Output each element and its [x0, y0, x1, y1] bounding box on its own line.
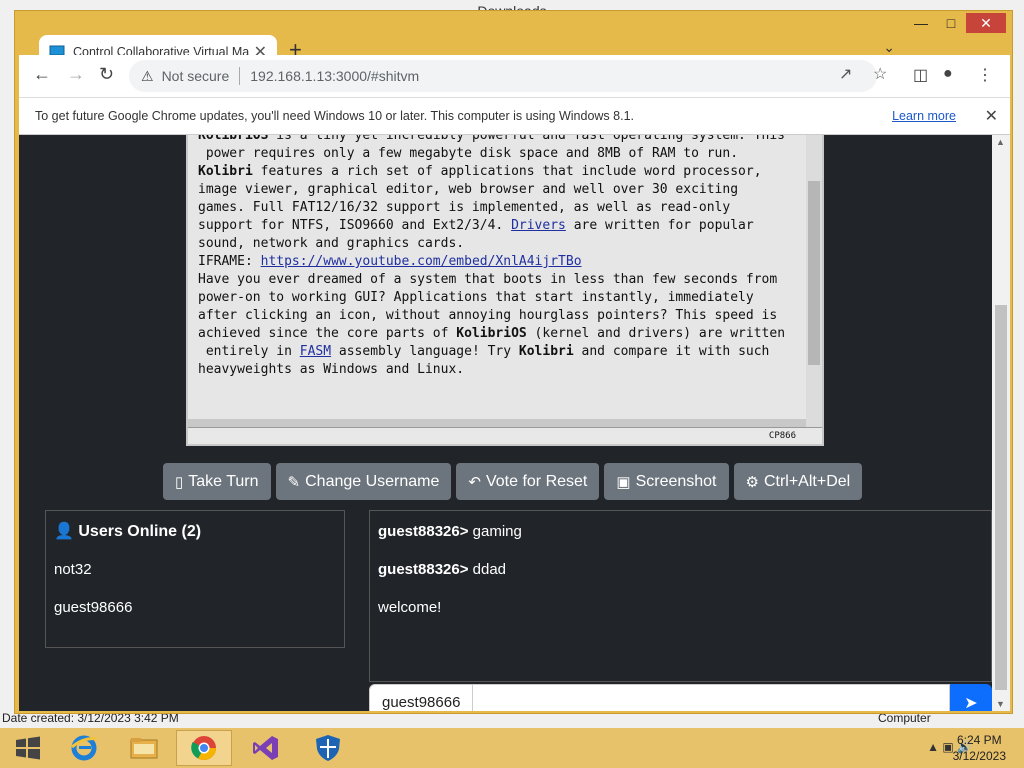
vm-text-line: after clicking an icon, without annoying…	[198, 308, 778, 323]
scroll-up-icon[interactable]: ▲	[996, 137, 1005, 147]
side-panel-icon[interactable]: ◫	[913, 65, 928, 85]
user-list-item[interactable]: not32	[54, 561, 336, 578]
user-list-item[interactable]: guest98666	[54, 599, 336, 616]
tab-search-icon[interactable]: ⌄	[883, 39, 895, 56]
url-text[interactable]: 192.168.1.13:3000/#shitvm	[250, 68, 419, 84]
bookmark-star-icon[interactable]: ☆	[873, 64, 887, 84]
screenshot-button[interactable]: ▣ Screenshot	[604, 463, 729, 500]
vm-text-line: IFRAME: https://www.youtube.com/embed/Xn…	[198, 254, 582, 269]
learn-more-link[interactable]: Learn more	[892, 109, 956, 123]
file-explorer-taskbar[interactable]	[116, 730, 172, 766]
page-scroll-thumb[interactable]	[995, 305, 1007, 690]
gear-icon: ⚙	[745, 473, 759, 491]
vm-status-bar: CP866	[188, 427, 822, 444]
take-turn-label: Take Turn	[188, 472, 259, 490]
vm-scrollbar[interactable]	[806, 135, 822, 427]
shield-icon	[316, 735, 340, 761]
scroll-down-icon[interactable]: ▼	[996, 699, 1005, 709]
vm-text-line: KolibriOS is a tiny yet incredibly power…	[198, 135, 786, 143]
chat-text: welcome!	[378, 599, 442, 616]
not-secure-label[interactable]: Not secure	[162, 68, 230, 84]
folder-icon	[130, 738, 158, 759]
chrome-taskbar[interactable]	[176, 730, 232, 766]
address-bar[interactable]: ⚠ Not secure 192.168.1.13:3000/#shitvm	[129, 60, 877, 92]
vm-scroll-thumb[interactable]	[808, 181, 820, 365]
chat-message: guest88326> ddad	[378, 561, 983, 578]
mouse-icon: ▯	[175, 473, 184, 491]
vm-text-line: support for NTFS, ISO9660 and Ext2/3/4. …	[198, 218, 754, 233]
chat-username: guest88326>	[378, 561, 469, 578]
vm-text-line: sound, network and graphics cards.	[198, 236, 465, 251]
change-username-button[interactable]: ✎ Change Username	[275, 463, 452, 500]
defender-taskbar[interactable]	[300, 730, 356, 766]
user-icon: 👤	[54, 523, 74, 540]
users-online-panel: 👤 Users Online (2) not32 guest98666	[45, 510, 345, 648]
chat-input-group: guest98666 ➤	[369, 684, 992, 711]
warning-icon[interactable]: ⚠	[141, 68, 154, 85]
clock-time: 6:24 PM	[956, 733, 1002, 747]
close-infobar-icon[interactable]: ✕	[985, 106, 998, 126]
vm-text-line: Kolibri features a rich set of applicati…	[198, 164, 762, 179]
tray-expand-icon[interactable]: ▲	[927, 740, 939, 754]
browser-toolbar: ← → ↻ ⚠ Not secure 192.168.1.13:3000/#sh…	[19, 55, 1010, 97]
undo-icon: ↶	[468, 473, 481, 491]
taskbar-clock[interactable]: 6:24 PM 3/12/2023	[953, 732, 1006, 764]
take-turn-button[interactable]: ▯ Take Turn	[163, 463, 271, 500]
update-infobar: To get future Google Chrome updates, you…	[19, 97, 1010, 135]
vm-text-line: heavyweights as Windows and Linux.	[198, 362, 465, 377]
vm-actions: ▯ Take Turn ✎ Change Username ↶ Vote for…	[163, 463, 863, 500]
visual-studio-icon	[253, 736, 278, 760]
vm-text-line: power-on to working GUI? Applications th…	[198, 290, 754, 305]
user-edit-icon: ✎	[287, 473, 301, 491]
vm-text-line: entirely in FASM assembly language! Try …	[198, 344, 770, 359]
vm-text-line: power requires only a few megabyte disk …	[198, 146, 739, 161]
internet-explorer-taskbar[interactable]	[56, 730, 112, 766]
internet-explorer-icon	[71, 735, 98, 761]
vm-text-line: Have you ever dreamed of a system that b…	[198, 272, 778, 287]
chrome-icon	[191, 736, 216, 761]
vm-display-text[interactable]: KolibriOS is a tiny yet incredibly power…	[188, 135, 810, 419]
profile-icon[interactable]: ●	[943, 65, 953, 83]
chat-message: welcome!	[378, 599, 983, 616]
infobar-message: To get future Google Chrome updates, you…	[35, 109, 634, 123]
windows-logo-icon	[16, 736, 40, 760]
taskbar: ▲ ▣ 🔊 6:24 PM 3/12/2023	[0, 728, 1024, 768]
users-online-title: Users Online (2)	[78, 523, 202, 540]
address-separator	[239, 67, 241, 85]
ctrl-alt-del-label: Ctrl+Alt+Del	[763, 472, 851, 490]
back-icon[interactable]: ←	[33, 64, 51, 85]
forward-icon[interactable]: →	[67, 64, 85, 85]
clock-date: 3/12/2023	[952, 749, 1006, 763]
vm-text-line: image viewer, graphical editor, web brow…	[198, 182, 739, 197]
camera-icon: ▣	[616, 473, 631, 491]
paper-plane-icon: ➤	[964, 694, 978, 712]
chat-messages: guest88326> gaming guest88326> ddad welc…	[369, 510, 992, 682]
chat-username-label: guest98666	[369, 684, 474, 711]
menu-icon[interactable]: ⋮	[977, 65, 993, 85]
ctrl-alt-del-button[interactable]: ⚙ Ctrl+Alt+Del	[733, 463, 863, 500]
chat-text: ddad	[468, 561, 507, 578]
vote-reset-button[interactable]: ↶ Vote for Reset	[456, 463, 600, 500]
page-scrollbar[interactable]: ▲ ▼	[992, 135, 1010, 711]
page-content: KolibriOS is a tiny yet incredibly power…	[19, 135, 992, 711]
vm-screen[interactable]: KolibriOS is a tiny yet incredibly power…	[186, 135, 824, 446]
vote-reset-label: Vote for Reset	[485, 472, 588, 490]
chat-input-field[interactable]	[473, 684, 950, 711]
change-username-label: Change Username	[305, 472, 440, 490]
visual-studio-taskbar[interactable]	[238, 730, 294, 766]
vm-text-line: games. Full FAT12/16/32 support is imple…	[198, 200, 731, 215]
browser-window: — □ ✕ Control Collaborative Virtual Ma ✕…	[14, 10, 1013, 714]
vm-text-line: achieved since the core parts of Kolibri…	[198, 326, 786, 341]
chat-message: guest88326> gaming	[378, 523, 983, 540]
share-icon[interactable]: ↗	[839, 64, 852, 84]
users-online-heading: 👤 Users Online (2)	[54, 521, 336, 541]
screenshot-label: Screenshot	[635, 472, 717, 490]
reload-icon[interactable]: ↻	[99, 64, 114, 85]
send-button[interactable]: ➤	[950, 684, 992, 711]
chat-text: gaming	[468, 523, 522, 540]
start-button[interactable]	[0, 730, 56, 766]
chat-username: guest88326>	[378, 523, 469, 540]
